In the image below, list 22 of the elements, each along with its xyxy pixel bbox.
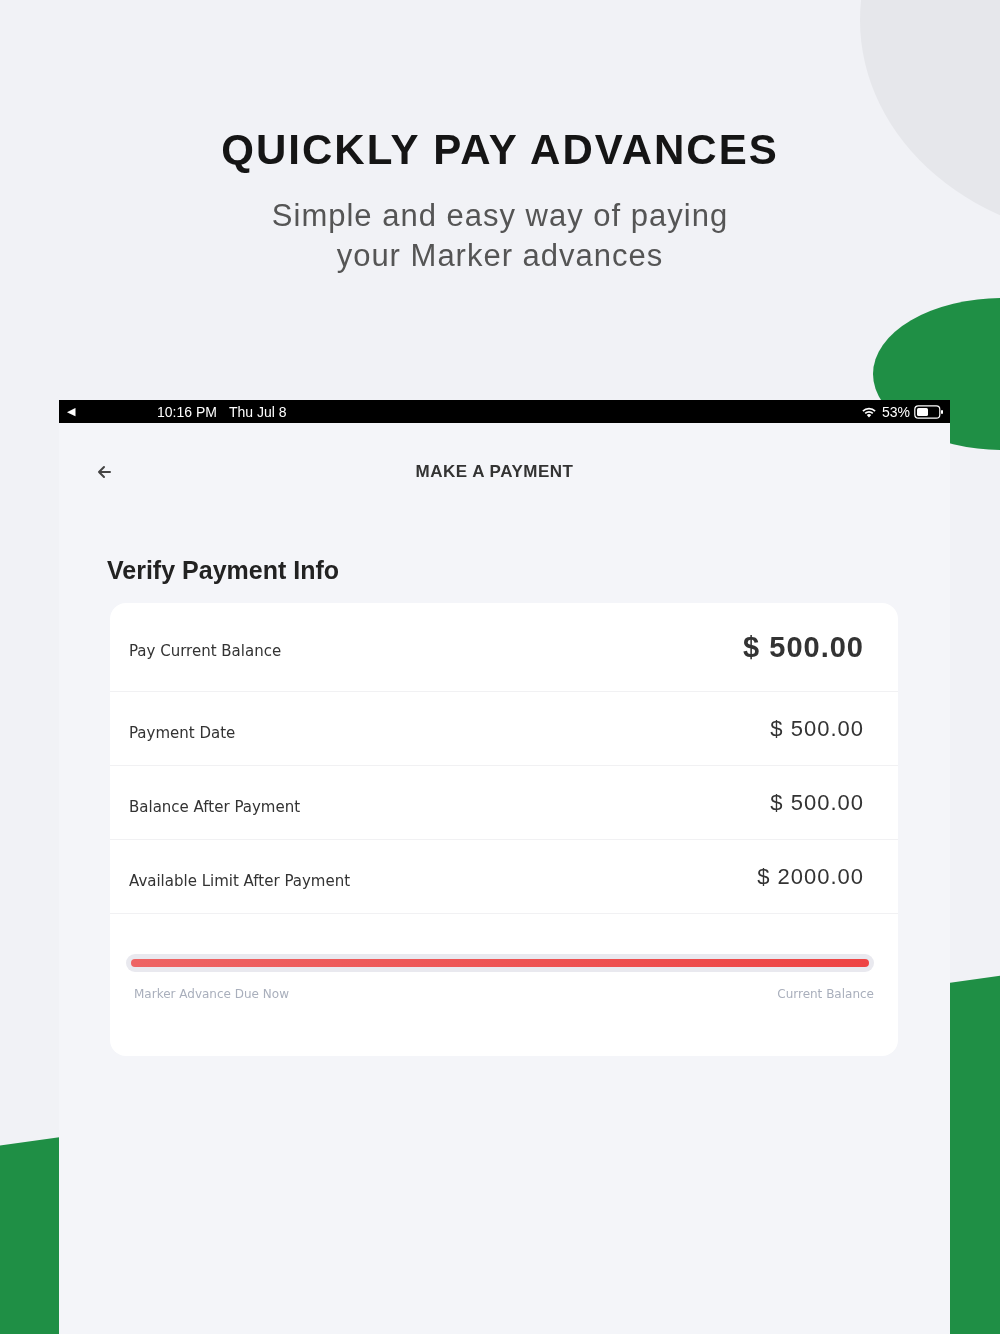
section-title: Verify Payment Info [107, 556, 341, 585]
back-glyph[interactable]: ◀ [67, 405, 75, 418]
status-time: 10:16 PM [157, 403, 217, 420]
battery-percent: 53% [881, 403, 910, 420]
subtitle: Simple and easy way of paying [271, 197, 729, 235]
wifi-icon [860, 405, 877, 418]
progress-label: Marker Advance Due Now [134, 987, 289, 1001]
back-icon[interactable] [96, 464, 112, 480]
row-value: $ 500.00 [770, 789, 864, 816]
row-value: $ 500.00 [743, 630, 864, 664]
headline: QUICKLY PAY ADVANCES [221, 126, 779, 174]
progress-label: Current Balance [777, 987, 874, 1001]
row-value: $ 500.00 [770, 715, 864, 742]
status-date: Thu Jul 8 [228, 403, 287, 420]
screen-title: MAKE A PAYMENT [415, 461, 574, 482]
row-label: Payment Date [129, 722, 236, 742]
battery-icon [914, 404, 944, 419]
row-label: Available Limit After Payment [129, 870, 351, 890]
subtitle: your Marker advances [336, 237, 664, 275]
row-value: $ 2000.00 [757, 863, 864, 890]
row-label: Pay Current Balance [129, 641, 282, 660]
row-label: Balance After Payment [129, 796, 301, 816]
